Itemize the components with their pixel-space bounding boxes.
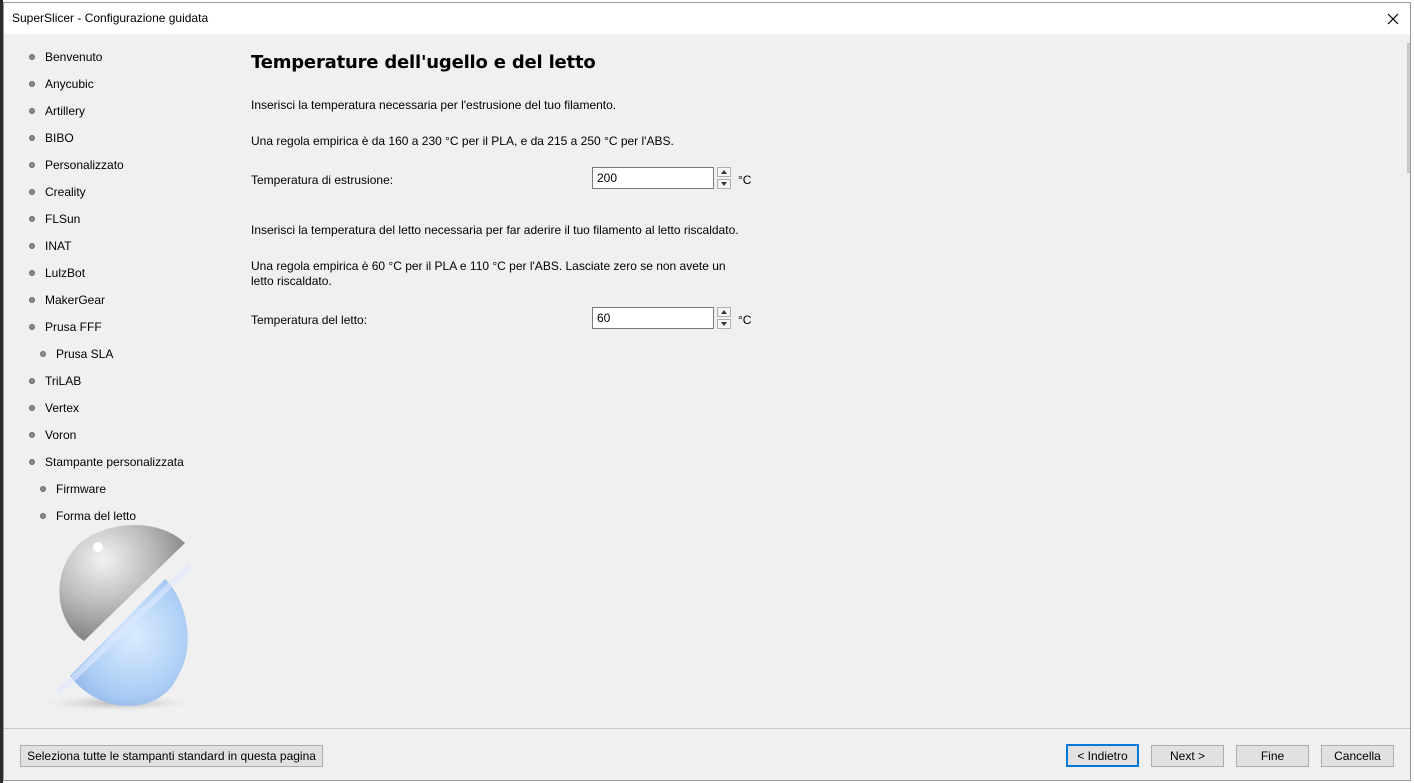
sidebar-item-firmware[interactable]: Firmware — [40, 480, 106, 498]
sidebar-item-label: LulzBot — [45, 266, 86, 280]
bullet-icon — [40, 513, 46, 519]
sidebar-item-label: Artillery — [45, 104, 86, 118]
sidebar-item-vertex[interactable]: Vertex — [29, 399, 79, 417]
sidebar-item-artillery[interactable]: Artillery — [29, 102, 85, 120]
sidebar-item-prusa-sla[interactable]: Prusa SLA — [40, 345, 113, 363]
bullet-icon — [29, 270, 35, 276]
cancel-button[interactable]: Cancella — [1321, 745, 1394, 767]
sidebar-item-flsun[interactable]: FLSun — [29, 210, 80, 228]
sidebar-item-label: INAT — [45, 239, 72, 253]
superslicer-logo-icon — [46, 525, 193, 711]
sidebar-item-label: Personalizzato — [45, 158, 124, 172]
bullet-icon — [29, 432, 35, 438]
bullet-icon — [29, 81, 35, 87]
sidebar-item-trilab[interactable]: TriLAB — [29, 372, 81, 390]
arrow-down-icon — [721, 182, 727, 186]
bullet-icon — [29, 405, 35, 411]
bed-temp-label: Temperatura del letto: — [251, 313, 368, 327]
sidebar-item-label: Prusa FFF — [45, 320, 102, 334]
sidebar-item-label: Stampante personalizzata — [45, 455, 184, 469]
select-all-printers-button[interactable]: Seleziona tutte le stampanti standard in… — [20, 745, 323, 767]
extrusion-temp-unit: °C — [738, 173, 752, 187]
sidebar-item-label: Anycubic — [45, 77, 94, 91]
wizard-window: SuperSlicer - Configurazione guidata Ben… — [3, 2, 1411, 781]
arrow-up-icon — [721, 170, 727, 174]
sidebar-item-personalizzato[interactable]: Personalizzato — [29, 156, 124, 174]
bed-temp-decrement[interactable] — [717, 319, 731, 329]
extrusion-rule-text: Una regola empirica è da 160 a 230 °C pe… — [251, 134, 674, 148]
close-icon — [1387, 13, 1399, 24]
extrusion-temp-decrement[interactable] — [717, 179, 731, 189]
extrusion-temp-label: Temperatura di estrusione: — [251, 173, 394, 187]
sidebar-item-stampante-personalizzata[interactable]: Stampante personalizzata — [29, 453, 184, 471]
sidebar-item-label: Vertex — [45, 401, 80, 415]
sidebar-item-makergear[interactable]: MakerGear — [29, 291, 105, 309]
scrollbar-edge — [1407, 43, 1410, 173]
finish-button[interactable]: Fine — [1236, 745, 1309, 767]
bullet-icon — [29, 243, 35, 249]
bullet-icon — [29, 324, 35, 330]
bullet-icon — [29, 378, 35, 384]
extrusion-temp-increment[interactable] — [717, 167, 731, 177]
bed-temp-unit: °C — [738, 313, 752, 327]
bed-temp-increment[interactable] — [717, 307, 731, 317]
bullet-icon — [29, 216, 35, 222]
bullet-icon — [29, 135, 35, 141]
window-title: SuperSlicer - Configurazione guidata — [12, 11, 209, 25]
sidebar-item-inat[interactable]: INAT — [29, 237, 71, 255]
sidebar-item-prusa-fff[interactable]: Prusa FFF — [29, 318, 102, 336]
sidebar-item-label: Creality — [45, 185, 86, 199]
bullet-icon — [29, 54, 35, 60]
arrow-down-icon — [721, 322, 727, 326]
page-title: Temperature dell'ugello e del letto — [251, 52, 596, 73]
arrow-up-icon — [721, 310, 727, 314]
sidebar-item-benvenuto[interactable]: Benvenuto — [29, 48, 102, 66]
bullet-icon — [29, 189, 35, 195]
bed-intro-text: Inserisci la temperatura del letto neces… — [251, 223, 739, 237]
bullet-icon — [29, 108, 35, 114]
sidebar-item-bibo[interactable]: BIBO — [29, 129, 74, 147]
bed-rule-text: Una regola empirica è 60 °C per il PLA e… — [251, 259, 726, 288]
sidebar-item-lulzbot[interactable]: LulzBot — [29, 264, 85, 282]
sidebar-item-creality[interactable]: Creality — [29, 183, 86, 201]
bed-temp-spinner — [717, 307, 731, 329]
sidebar-item-label: BIBO — [45, 131, 74, 145]
bullet-icon — [29, 162, 35, 168]
sidebar-item-label: Voron — [45, 428, 77, 442]
sidebar-item-label: MakerGear — [45, 293, 106, 307]
sidebar-item-label: TriLAB — [45, 374, 82, 388]
sidebar-item-voron[interactable]: Voron — [29, 426, 76, 444]
sidebar-item-label: Benvenuto — [45, 50, 103, 64]
extrusion-temp-spinner — [717, 167, 731, 189]
bullet-icon — [29, 297, 35, 303]
bullet-icon — [40, 351, 46, 357]
extrusion-temp-input[interactable] — [592, 167, 714, 189]
sidebar-item-anycubic[interactable]: Anycubic — [29, 75, 94, 93]
bullet-icon — [29, 459, 35, 465]
bed-temp-input[interactable] — [592, 307, 714, 329]
sidebar-item-label: FLSun — [45, 212, 81, 226]
bullet-icon — [40, 486, 46, 492]
title-bar: SuperSlicer - Configurazione guidata — [4, 3, 1410, 34]
extrusion-intro-text: Inserisci la temperatura necessaria per … — [251, 98, 617, 112]
next-button[interactable]: Next > — [1151, 745, 1224, 767]
close-button[interactable] — [1376, 3, 1410, 34]
back-button[interactable]: < Indietro — [1066, 744, 1139, 767]
sidebar-item-label: Prusa SLA — [56, 347, 114, 361]
sidebar-item-label: Firmware — [56, 482, 106, 496]
footer-separator — [4, 728, 1410, 729]
